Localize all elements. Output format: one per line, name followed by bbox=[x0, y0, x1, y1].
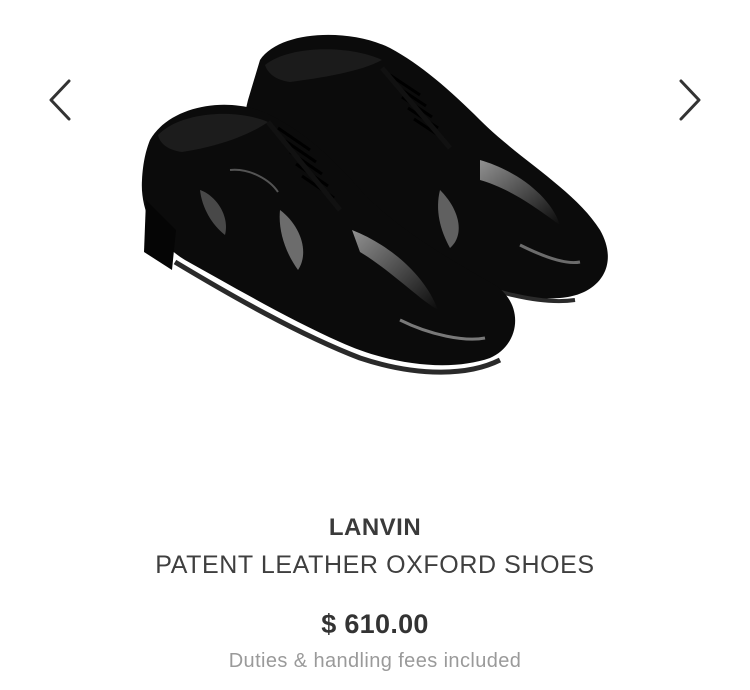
brand-name[interactable]: LANVIN bbox=[0, 514, 750, 542]
product-image[interactable] bbox=[120, 20, 630, 420]
product-card: LANVIN PATENT LEATHER OXFORD SHOES $ 610… bbox=[0, 0, 750, 690]
previous-image-button[interactable] bbox=[38, 70, 82, 130]
next-image-button[interactable] bbox=[668, 70, 712, 130]
product-gallery bbox=[0, 0, 750, 470]
fees-note: Duties & handling fees included bbox=[228, 650, 522, 672]
product-title: PATENT LEATHER OXFORD SHOES bbox=[155, 551, 595, 579]
chevron-right-icon bbox=[679, 79, 701, 121]
chevron-left-icon bbox=[49, 79, 71, 121]
product-price: $ 610.00 bbox=[321, 609, 429, 639]
